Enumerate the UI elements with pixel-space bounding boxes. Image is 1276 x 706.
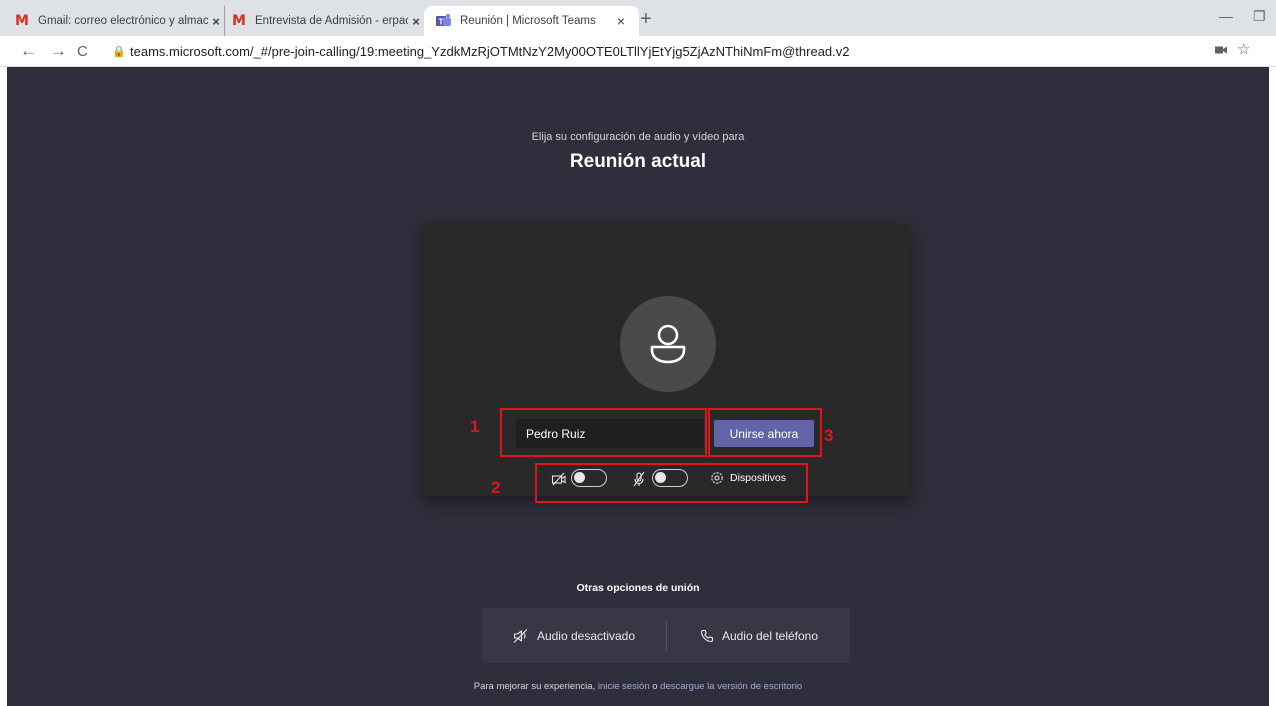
footer-text-middle: o [649, 681, 661, 692]
lock-icon: 🔒 [112, 46, 126, 58]
other-options-panel: Audio desactivado Audio del teléfono [482, 608, 850, 663]
teams-icon: T [436, 13, 452, 29]
camera-blocked-icon[interactable] [1215, 42, 1227, 58]
forward-icon[interactable]: → [50, 41, 67, 61]
phone-audio-label: Audio del teléfono [721, 628, 819, 643]
browser-tab-teams[interactable]: T Reunión | Microsoft Teams × [424, 6, 639, 36]
new-tab-button[interactable]: + [640, 9, 652, 29]
annotation-box-controls [535, 463, 808, 503]
speaker-off-icon [513, 628, 528, 643]
browser-tab-entrevista[interactable]: M Entrevista de Admisión - erpacal × [224, 6, 424, 36]
gmail-icon: M [15, 13, 29, 29]
close-tab-icon[interactable]: × [613, 13, 629, 29]
teams-prejoin-screen: Elija su configuración de audio y vídeo … [7, 67, 1269, 706]
browser-tab-gmail[interactable]: M Gmail: correo electrónico y almac × [14, 6, 224, 36]
annotation-box-name [500, 408, 707, 457]
sign-in-link[interactable]: inicie sesión [598, 681, 650, 692]
avatar [620, 296, 716, 392]
annotation-box-join [708, 408, 822, 457]
close-tab-icon[interactable]: × [208, 14, 224, 29]
phone-icon [700, 629, 714, 642]
reload-icon[interactable]: C [77, 42, 88, 62]
prejoin-subtitle: Elija su configuración de audio y vídeo … [531, 131, 745, 143]
svg-text:T: T [439, 18, 444, 27]
url-text: teams.microsoft.com/_#/pre-join-calling/… [130, 44, 850, 59]
tab-title: Gmail: correo electrónico y almac [38, 15, 208, 27]
tab-title: Reunión | Microsoft Teams [460, 15, 596, 27]
back-icon[interactable]: ← [20, 41, 37, 61]
tab-title: Entrevista de Admisión - erpacal [255, 15, 408, 27]
gmail-icon: M [232, 13, 246, 29]
maximize-window-icon[interactable]: ❐ [1253, 8, 1266, 25]
audio-off-label: Audio desactivado [536, 628, 636, 643]
close-tab-icon[interactable]: × [408, 14, 424, 29]
annotation-number-2: 2 [491, 478, 501, 497]
footer-text: Para mejorar su experiencia, inicie sesi… [7, 681, 1269, 692]
footer-text-before: Para mejorar su experiencia, [473, 681, 598, 692]
other-options-heading: Otras opciones de unión [576, 582, 700, 594]
browser-tab-strip: M Gmail: correo electrónico y almac × M … [0, 0, 1276, 36]
annotation-number-1: 1 [470, 417, 480, 436]
meeting-title: Reunión actual [569, 151, 707, 172]
phone-audio-option[interactable]: Audio del teléfono [668, 608, 850, 663]
options-divider [666, 621, 667, 651]
audio-off-option[interactable]: Audio desactivado [482, 608, 666, 663]
annotation-number-3: 3 [824, 426, 834, 445]
bookmark-star-icon[interactable]: ☆ [1237, 40, 1250, 58]
person-icon [650, 324, 686, 364]
minimize-window-icon[interactable]: — [1219, 8, 1233, 24]
address-bar[interactable]: 🔒 teams.microsoft.com/_#/pre-join-callin… [112, 39, 1262, 64]
download-desktop-link[interactable]: descargue la versión de escritorio [660, 681, 802, 692]
browser-toolbar: ← → C 🔒 teams.microsoft.com/_#/pre-join-… [0, 36, 1276, 67]
